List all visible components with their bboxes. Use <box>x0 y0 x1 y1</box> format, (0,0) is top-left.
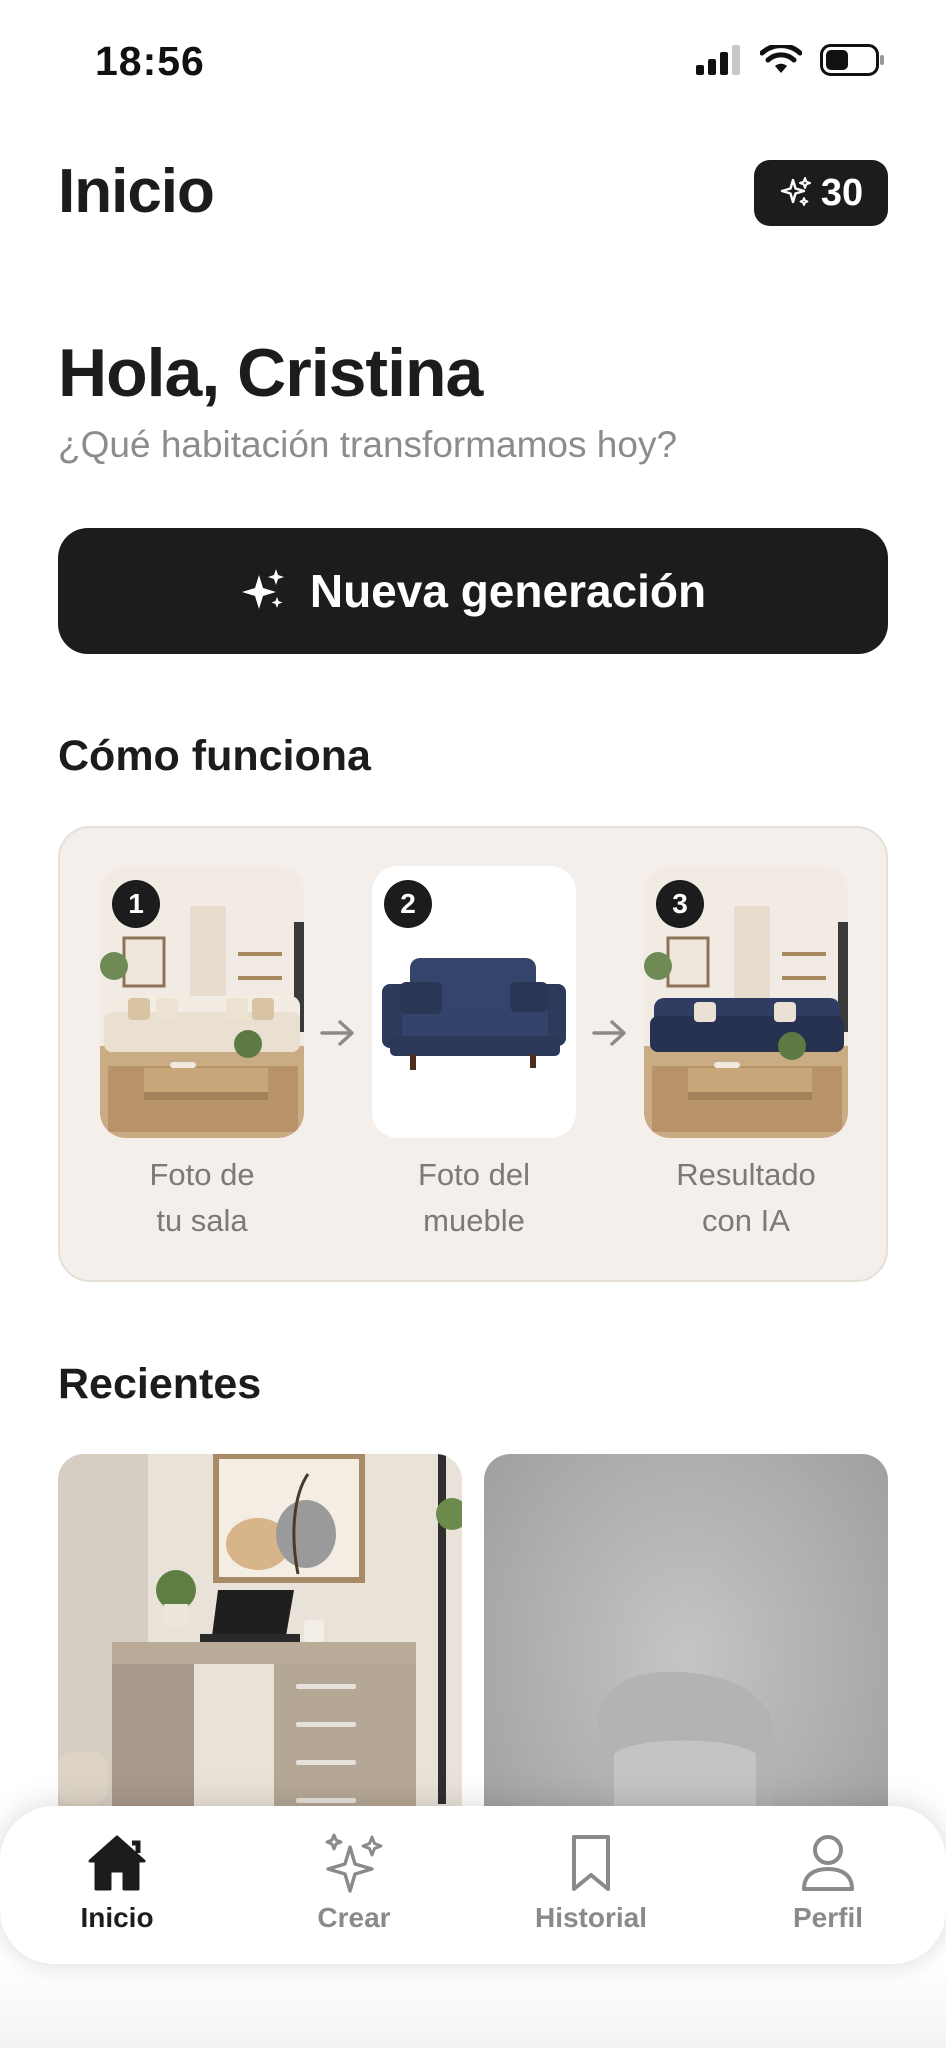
step-label: Foto del mueble <box>417 1157 530 1238</box>
step-1: 1 Foto de tu sala <box>100 866 304 1244</box>
status-bar: 18:56 <box>0 0 946 120</box>
tab-perfil[interactable]: Perfil <box>738 1830 918 1934</box>
bookmark-icon <box>572 1835 610 1891</box>
step-label: Foto de tu sala <box>149 1157 255 1238</box>
how-it-works-card: 1 Foto de tu sala 2 Foto del mueble 3 Re… <box>58 826 888 1282</box>
page-title: Inicio <box>58 157 215 226</box>
ai-result-photo: 3 <box>644 866 848 1138</box>
sparkles-icon <box>780 177 811 206</box>
credits-badge[interactable]: 30 <box>754 160 888 226</box>
tab-inicio[interactable]: Inicio <box>27 1830 207 1934</box>
recents-title: Recientes <box>58 1360 262 1408</box>
credits-count: 30 <box>820 171 864 214</box>
step-3: 3 Resultado con IA <box>644 866 848 1244</box>
battery-icon <box>820 44 884 76</box>
arrow-right-icon <box>592 1020 626 1046</box>
step-number: 3 <box>656 880 704 928</box>
person-icon <box>802 1835 854 1891</box>
signal-icon <box>696 45 740 75</box>
step-number: 2 <box>384 880 432 928</box>
step-2: 2 Foto del mueble <box>372 866 576 1244</box>
tab-label: Inicio <box>80 1902 154 1933</box>
tab-label: Historial <box>534 1902 648 1933</box>
greeting-subtitle: ¿Qué habitación transformamos hoy? <box>58 424 678 465</box>
status-time: 18:56 <box>95 38 205 84</box>
bottom-area <box>0 1964 946 2048</box>
furniture-photo: 2 <box>372 866 576 1138</box>
tab-bar: Inicio Crear Historial Perfil <box>0 1806 946 1964</box>
tab-crear[interactable]: Crear <box>264 1830 444 1934</box>
tab-historial[interactable]: Historial <box>501 1830 681 1934</box>
how-it-works-title: Cómo funciona <box>58 732 371 780</box>
room-photo: 1 <box>100 866 304 1138</box>
home-icon <box>88 1835 146 1891</box>
step-number: 1 <box>112 880 160 928</box>
status-icons <box>696 44 886 76</box>
new-generation-button[interactable]: Nueva generación <box>58 528 888 654</box>
sparkles-icon <box>241 569 284 609</box>
arrow-right-icon <box>320 1020 354 1046</box>
wifi-icon <box>760 45 802 73</box>
step-label: Resultado con IA <box>676 1157 816 1238</box>
tab-label: Crear <box>317 1902 391 1933</box>
sparkles-icon <box>325 1833 383 1893</box>
greeting-title: Hola, Cristina <box>58 335 483 411</box>
tab-label: Perfil <box>792 1902 864 1933</box>
new-generation-label: Nueva generación <box>309 565 707 617</box>
